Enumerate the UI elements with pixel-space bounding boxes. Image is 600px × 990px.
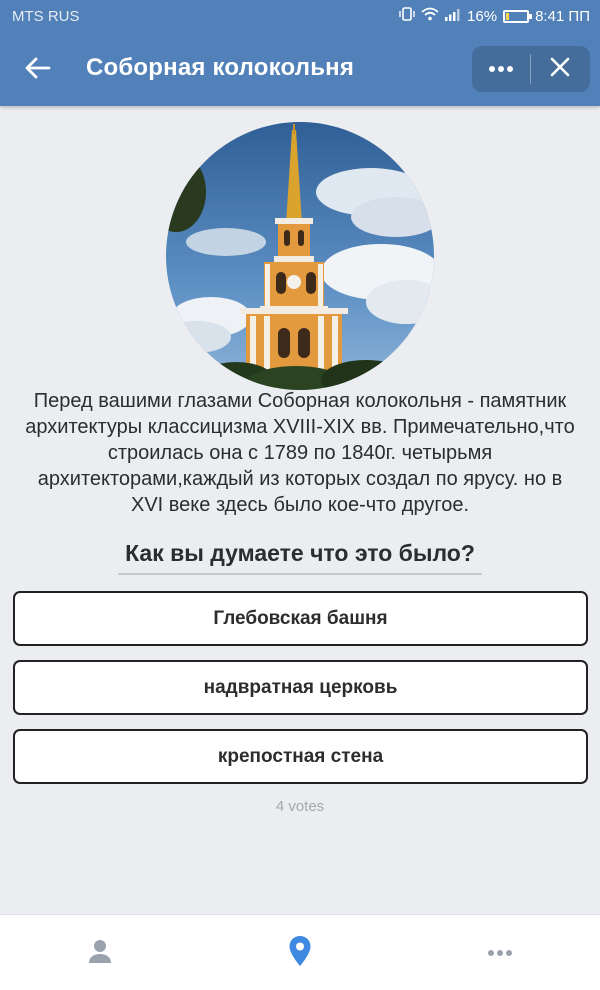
battery-icon: [503, 9, 533, 23]
vibrate-icon: [399, 6, 415, 26]
app-header: MTS RUS 16% 8:41 ПП Соборная колокольня: [0, 0, 600, 106]
back-button[interactable]: [18, 50, 58, 90]
more-horizontal-icon: [488, 60, 514, 78]
battery-percent: 16%: [467, 7, 498, 25]
close-icon: [550, 57, 570, 82]
wifi-icon: [421, 7, 439, 25]
nav-more[interactable]: [480, 933, 520, 973]
more-button[interactable]: [472, 46, 530, 92]
bell-tower-photo: [166, 122, 434, 390]
nav-location[interactable]: [280, 933, 320, 973]
poll-question: Как вы думаете что это было?: [0, 540, 600, 575]
bottom-navigation: [0, 914, 600, 990]
mini-app-controls: [472, 46, 590, 92]
arrow-left-icon: [25, 57, 51, 84]
votes-count: 4 votes: [275, 798, 325, 815]
clock: 8:41 ПП: [535, 7, 590, 25]
status-bar: MTS RUS 16% 8:41 ПП: [0, 0, 600, 32]
post-description: Перед вашими глазами Соборная колокольня…: [25, 390, 575, 516]
app-bar: Соборная колокольня: [0, 32, 600, 106]
nav-profile[interactable]: [80, 933, 120, 973]
signal-icon: [445, 8, 461, 25]
carrier-label: MTS RUS: [12, 8, 80, 25]
page-title: Соборная колокольня: [86, 54, 355, 81]
poll-question-text: Как вы думаете что это было?: [118, 540, 482, 575]
poll-option-3[interactable]: крепостная стена: [13, 729, 588, 784]
location-pin-icon: [288, 935, 312, 972]
poll-option-2[interactable]: надвратная церковь: [13, 660, 588, 715]
status-indicators: 16% 8:41 ПП: [399, 6, 590, 26]
poll-option-1[interactable]: Глебовская башня: [13, 591, 588, 646]
battery-fill: [506, 12, 510, 20]
more-horizontal-icon: [487, 944, 513, 962]
close-button[interactable]: [531, 46, 589, 92]
profile-icon: [87, 938, 113, 969]
